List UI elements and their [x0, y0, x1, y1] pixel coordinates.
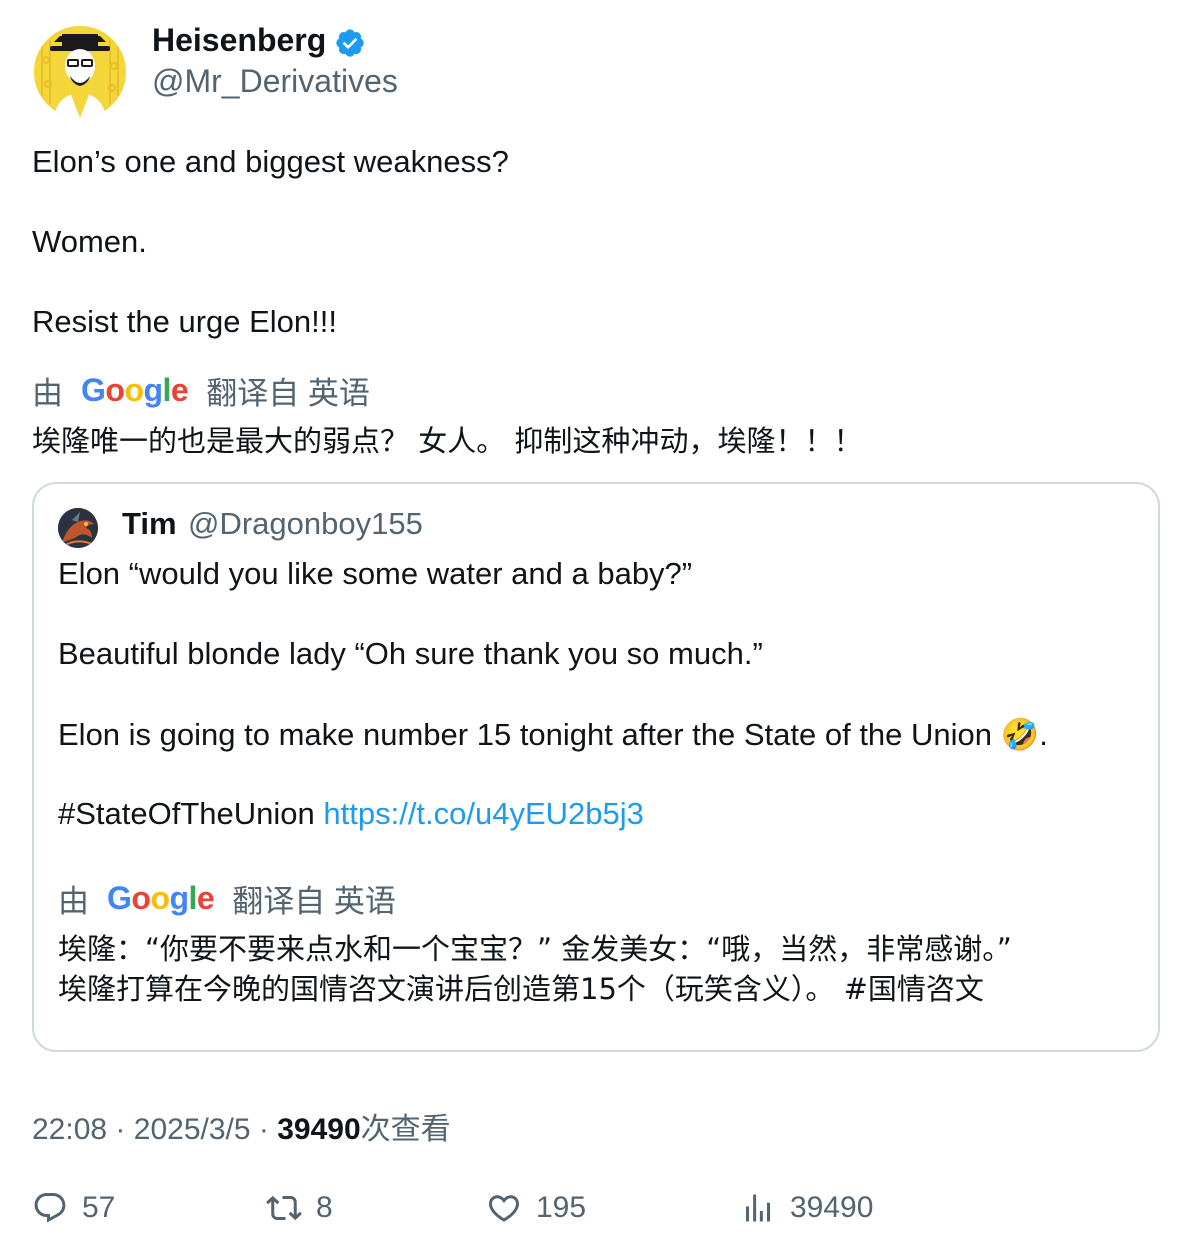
quote-link[interactable]: https://t.co/u4yEU2b5j3 — [323, 796, 644, 831]
like-button[interactable]: 195 — [486, 1190, 586, 1226]
google-logo-letter: G — [107, 880, 132, 916]
google-logo-letter: o — [105, 372, 125, 408]
tweet-text-line: Women. — [32, 224, 147, 259]
google-logo-letter: l — [162, 372, 172, 408]
author-avatar[interactable] — [34, 26, 126, 118]
verified-badge-icon — [336, 29, 364, 57]
repost-count: 8 — [316, 1191, 333, 1224]
tweet-time[interactable]: 22:08 — [32, 1113, 107, 1146]
translation-notice: 由 Google 翻译自 英语 — [32, 368, 370, 413]
like-count: 195 — [536, 1191, 587, 1224]
quote-text-line: Elon is going to make number 15 tonight … — [58, 717, 1048, 752]
translation-suffix: 翻译自 英语 — [232, 884, 396, 919]
google-logo[interactable]: Google — [81, 372, 189, 409]
repost-button[interactable]: 8 — [266, 1190, 333, 1226]
tweet-text-line: Elon’s one and biggest weakness? — [32, 144, 509, 179]
views-count: 39490 — [790, 1191, 874, 1224]
google-logo-letter: e — [196, 880, 215, 916]
quote-author-name[interactable]: Tim — [122, 506, 177, 542]
heisenberg-avatar-icon — [34, 26, 126, 118]
quote-translated-text-line: 埃隆打算在今晚的国情咨文演讲后创造第15个（玩笑含义）。 #国情咨文 — [58, 972, 984, 1006]
quote-text-line: Beautiful blonde lady “Oh sure thank you… — [58, 636, 763, 671]
google-logo[interactable]: Google — [107, 880, 215, 917]
google-logo-letter: l — [188, 880, 198, 916]
quote-translated-text-line: 埃隆：“你要不要来点水和一个宝宝？” 金发美女：“哦，当然，非常感谢。” — [58, 932, 1012, 966]
author-name[interactable]: Heisenberg — [152, 22, 326, 59]
dragon-avatar-icon — [58, 508, 98, 548]
tweet-meta: 22:08 · 2025/3/5 · 39490次查看 — [32, 1104, 451, 1148]
repost-icon — [266, 1195, 302, 1221]
google-logo-letter: g — [169, 880, 189, 916]
meta-separator: · — [115, 1113, 126, 1146]
author-handle[interactable]: @Mr_Derivatives — [152, 63, 398, 100]
google-logo-letter: e — [170, 372, 189, 408]
analytics-icon — [746, 1194, 770, 1222]
views-button[interactable]: 39490 — [740, 1190, 873, 1226]
heart-icon — [488, 1195, 520, 1222]
view-count-label: 次查看 — [360, 1113, 451, 1146]
quote-author-handle[interactable]: @Dragonboy155 — [188, 506, 423, 542]
reply-button[interactable]: 57 — [32, 1190, 115, 1226]
google-logo-letter: o — [124, 372, 144, 408]
tweet-text-line: Resist the urge Elon!!! — [32, 304, 337, 339]
translation-prefix: 由 — [58, 884, 89, 919]
quote-hashtag[interactable]: #StateOfTheUnion — [58, 796, 315, 831]
translation-suffix: 翻译自 英语 — [206, 376, 370, 411]
translation-prefix: 由 — [32, 376, 63, 411]
google-logo-letter: o — [150, 880, 170, 916]
quote-author-avatar[interactable] — [58, 508, 98, 548]
tweet-date[interactable]: 2025/3/5 — [134, 1113, 251, 1146]
view-count: 39490 — [277, 1113, 361, 1146]
quote-text-line: Elon “would you like some water and a ba… — [58, 556, 693, 591]
reply-count: 57 — [82, 1191, 116, 1224]
google-logo-letter: g — [143, 372, 163, 408]
quote-translation-notice: 由 Google 翻译自 英语 — [58, 876, 396, 921]
reply-icon — [34, 1193, 66, 1223]
meta-separator: · — [258, 1113, 269, 1146]
quote-hashtag-line: #StateOfTheUnion https://t.co/u4yEU2b5j3 — [58, 796, 644, 832]
google-logo-letter: G — [81, 372, 106, 408]
google-logo-letter: o — [131, 880, 151, 916]
translated-text: 埃隆唯一的也是最大的弱点？ 女人。 抑制这种冲动，埃隆！！！ — [32, 424, 863, 458]
